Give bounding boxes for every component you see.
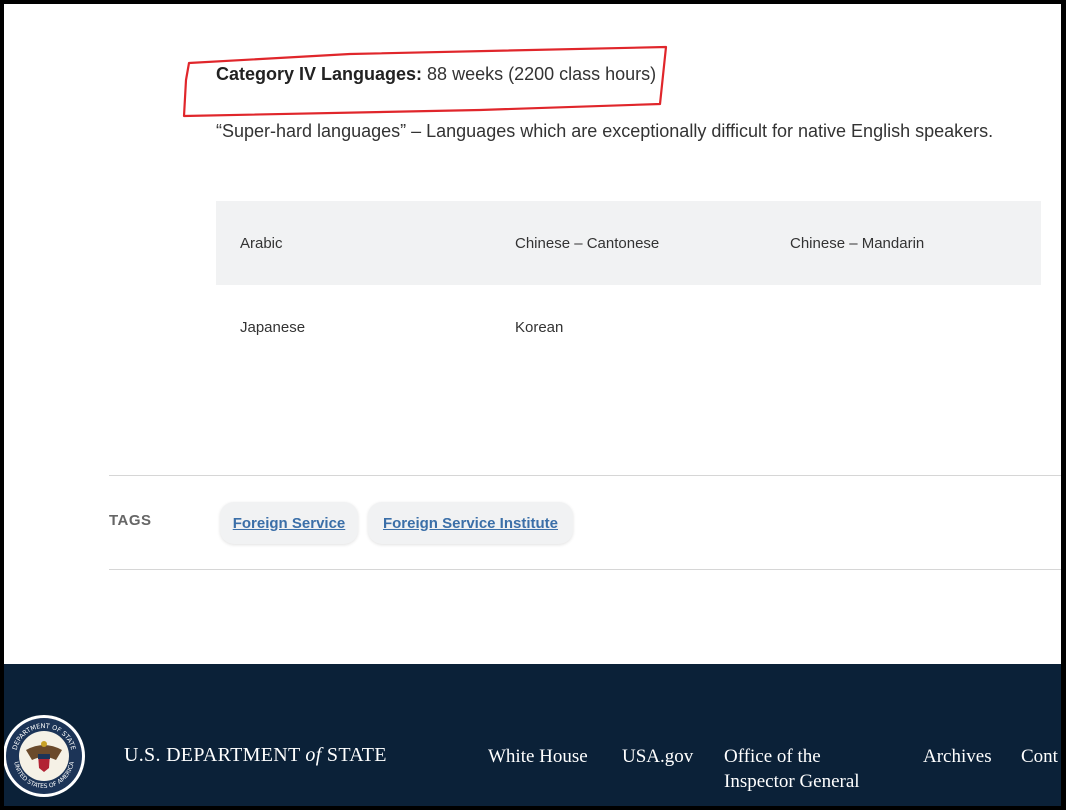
language-table: Arabic Chinese – Cantonese Chinese – Man… (216, 201, 1041, 369)
category-description: “Super-hard languages” – Languages which… (216, 121, 994, 141)
article-content: Category IV Languages: 88 weeks (2200 cl… (4, 4, 1061, 664)
tag-foreign-service[interactable]: Foreign Service (220, 502, 358, 544)
language-cell: Korean (515, 318, 564, 336)
brand-of: of (305, 744, 322, 766)
language-cell: Arabic (240, 234, 283, 252)
table-row: Arabic Chinese – Cantonese Chinese – Man… (216, 201, 1041, 285)
divider-top (109, 475, 1061, 476)
category-heading: Category IV Languages: 88 weeks (2200 cl… (216, 64, 656, 85)
tag-foreign-service-institute[interactable]: Foreign Service Institute (368, 502, 573, 544)
language-cell (766, 285, 1041, 369)
footer-link-archives[interactable]: Archives (923, 744, 992, 769)
footer-brand[interactable]: U.S. DEPARTMENT of STATE (124, 744, 387, 767)
site-footer: DEPARTMENT OF STATE UNITED STATES OF AME… (4, 664, 1061, 806)
divider-bottom (109, 569, 1061, 570)
language-cell: Japanese (240, 318, 306, 336)
footer-link-white-house[interactable]: White House (488, 744, 588, 769)
footer-link-inspector-general[interactable]: Office of the Inspector General (724, 744, 860, 794)
table-row: Japanese Korean (216, 285, 1041, 369)
language-cell: Chinese – Mandarin (790, 234, 925, 252)
category-duration: 88 weeks (2200 class hours) (422, 64, 657, 84)
footer-link-usa-gov[interactable]: USA.gov (622, 744, 693, 769)
language-cell: Chinese – Cantonese (515, 234, 660, 252)
page-frame: Category IV Languages: 88 weeks (2200 cl… (4, 4, 1061, 806)
category-label: Category IV Languages: (216, 64, 423, 84)
footer-link-contact[interactable]: Cont (1021, 744, 1058, 769)
state-department-seal-icon[interactable]: DEPARTMENT OF STATE UNITED STATES OF AME… (4, 714, 86, 798)
tags-label: TAGS (109, 512, 152, 529)
